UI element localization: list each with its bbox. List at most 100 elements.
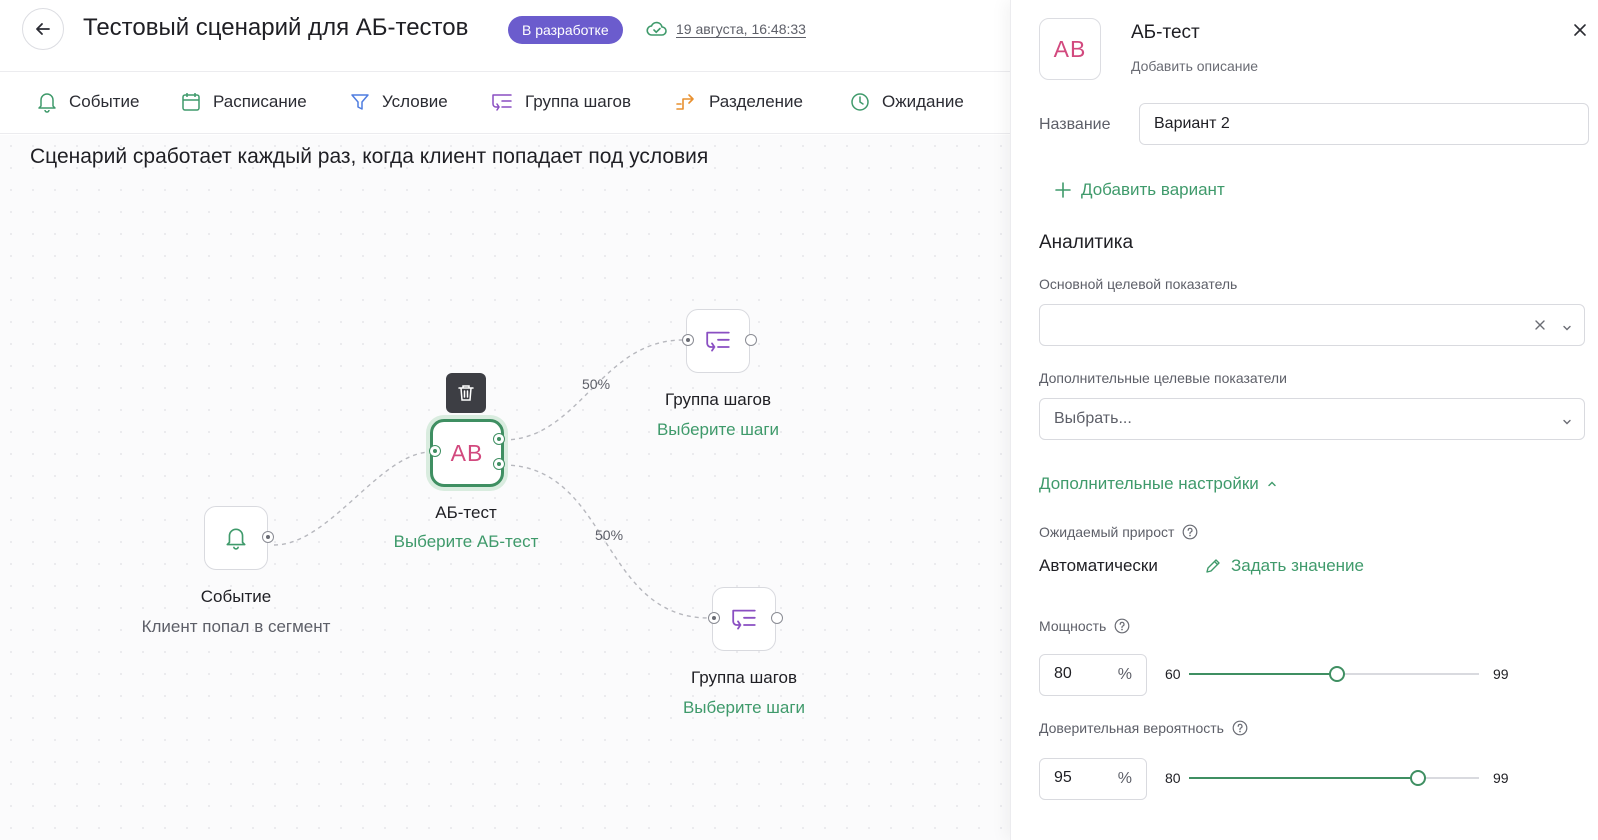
arrow-left-icon — [36, 23, 50, 35]
slider-thumb[interactable] — [1410, 770, 1427, 786]
set-value-button[interactable]: Задать значение — [1205, 556, 1364, 576]
ab-test-node[interactable]: AB — [430, 419, 504, 487]
group-bottom-input-port[interactable] — [708, 612, 720, 624]
event-node-subtitle[interactable]: Клиент попал в сегмент — [142, 617, 331, 637]
expected-growth-label-text: Ожидаемый прирост — [1039, 524, 1175, 540]
toolbar-item-label: Группа шагов — [525, 92, 632, 111]
add-variant-button[interactable]: Добавить вариант — [1055, 180, 1225, 200]
edges-layer — [273, 339, 710, 619]
ab-output-port-b[interactable] — [493, 458, 505, 470]
toolbar-item-schedule[interactable]: Расписание — [181, 86, 307, 118]
group-top-input-port[interactable] — [682, 334, 694, 346]
page-title: Тестовый сценарий для АБ-тестов — [83, 14, 469, 41]
toolbar-item-label: Условие — [382, 92, 448, 111]
bell-icon — [226, 528, 246, 550]
group-top-subtitle[interactable]: Выберите шаги — [657, 420, 779, 440]
advanced-settings-label: Дополнительные настройки — [1039, 474, 1259, 493]
group-top-title: Группа шагов — [664, 390, 772, 409]
ab-node-title: АБ-тест — [435, 503, 497, 522]
toolbar-item-condition[interactable]: Условие — [350, 86, 448, 118]
advanced-settings-toggle[interactable]: Дополнительные настройки — [1039, 474, 1277, 494]
help-icon[interactable] — [1114, 618, 1130, 634]
group-top-output-port[interactable] — [745, 334, 757, 346]
bell-icon — [38, 93, 56, 113]
trash-icon — [458, 385, 474, 401]
node-toolbar: Событие Расписание Условие Группа шагов … — [0, 72, 1010, 134]
ab-test-settings-panel: AB АБ-тест Добавить описание Название До… — [1010, 0, 1598, 840]
delete-node-button[interactable] — [446, 373, 486, 413]
ab-input-port[interactable] — [429, 445, 441, 457]
panel-node-icon: AB — [1039, 18, 1101, 80]
cloud-check-icon — [646, 21, 667, 36]
panel-title: АБ-тест — [1131, 22, 1200, 43]
chevron-up-icon — [1268, 481, 1276, 487]
step-group-icon — [732, 609, 756, 630]
clear-icon[interactable] — [1534, 318, 1546, 336]
slider-fill — [1189, 777, 1419, 779]
save-status[interactable]: 19 августа, 16:48:33 — [646, 20, 806, 38]
power-input-box[interactable]: % — [1039, 654, 1147, 696]
group-bottom-title: Группа шагов — [690, 668, 798, 687]
expected-growth-label: Ожидаемый прирост — [1039, 524, 1198, 540]
confidence-slider[interactable] — [1189, 768, 1479, 788]
plus-icon — [1055, 182, 1071, 198]
toolbar-item-label: Разделение — [709, 92, 803, 111]
event-node-title: Событие — [200, 587, 272, 606]
confidence-input[interactable] — [1054, 769, 1104, 787]
scenario-canvas[interactable]: Сценарий сработает каждый раз, когда кли… — [0, 135, 1010, 840]
confidence-input-box[interactable]: % — [1039, 758, 1147, 800]
status-badge[interactable]: В разработке — [508, 16, 623, 44]
filter-icon — [351, 94, 369, 110]
slider-fill — [1189, 673, 1337, 675]
group-bottom-output-port[interactable] — [771, 612, 783, 624]
power-max: 99 — [1493, 666, 1509, 682]
close-icon — [1574, 24, 1586, 36]
confidence-max: 99 — [1493, 770, 1509, 786]
power-unit: % — [1117, 666, 1132, 683]
variant-name-input[interactable] — [1139, 103, 1589, 145]
step-group-node-top[interactable] — [686, 309, 750, 373]
event-node[interactable] — [204, 506, 268, 570]
toolbar-item-label: Ожидание — [882, 92, 964, 111]
primary-metric-label: Основной целевой показатель — [1039, 276, 1237, 292]
help-icon[interactable] — [1232, 720, 1248, 736]
toolbar-item-split[interactable]: Разделение — [675, 86, 803, 118]
add-description-link[interactable]: Добавить описание — [1131, 58, 1258, 74]
pencil-icon — [1206, 559, 1220, 573]
power-label-text: Мощность — [1039, 618, 1107, 634]
edge-label-top: 50% — [582, 376, 611, 392]
step-group-icon — [706, 331, 730, 352]
toolbar-item-label: Событие — [69, 92, 140, 111]
step-group-node-bottom[interactable] — [712, 587, 776, 651]
primary-metric-select[interactable] — [1039, 304, 1585, 346]
extra-metrics-select[interactable]: Выбрать... — [1039, 398, 1585, 440]
power-min: 60 — [1165, 666, 1181, 682]
edge-label-bottom: 50% — [595, 527, 624, 543]
help-icon[interactable] — [1182, 524, 1198, 540]
confidence-label-text: Доверительная вероятность — [1039, 720, 1224, 736]
event-output-port[interactable] — [262, 531, 274, 543]
step-group-icon — [492, 94, 512, 111]
chevron-down-icon — [1562, 414, 1572, 432]
extra-metrics-label-text: Дополнительные целевые показатели — [1039, 370, 1287, 386]
power-slider[interactable] — [1189, 664, 1479, 684]
power-label: Мощность — [1039, 618, 1130, 634]
power-input[interactable] — [1054, 665, 1104, 683]
group-bottom-subtitle[interactable]: Выберите шаги — [683, 698, 805, 718]
ab-output-port-a[interactable] — [493, 433, 505, 445]
saved-timestamp: 19 августа, 16:48:33 — [676, 21, 806, 37]
expected-growth-value: Автоматически — [1039, 556, 1158, 575]
back-button[interactable] — [22, 8, 64, 50]
toolbar-item-wait[interactable]: Ожидание — [850, 86, 964, 118]
extra-metrics-label: Дополнительные целевые показатели — [1039, 370, 1287, 386]
ab-node-subtitle[interactable]: Выберите АБ-тест — [394, 532, 539, 552]
toolbar-item-label: Расписание — [213, 92, 307, 111]
toolbar-item-event[interactable]: Событие — [37, 86, 139, 118]
calendar-icon — [182, 93, 200, 111]
slider-thumb[interactable] — [1328, 666, 1345, 682]
primary-metric-label-text: Основной целевой показатель — [1039, 276, 1238, 292]
close-panel-button[interactable] — [1568, 18, 1592, 42]
confidence-unit: % — [1117, 770, 1132, 787]
toolbar-item-step-group[interactable]: Группа шагов — [491, 86, 631, 118]
name-label: Название — [1039, 116, 1111, 133]
